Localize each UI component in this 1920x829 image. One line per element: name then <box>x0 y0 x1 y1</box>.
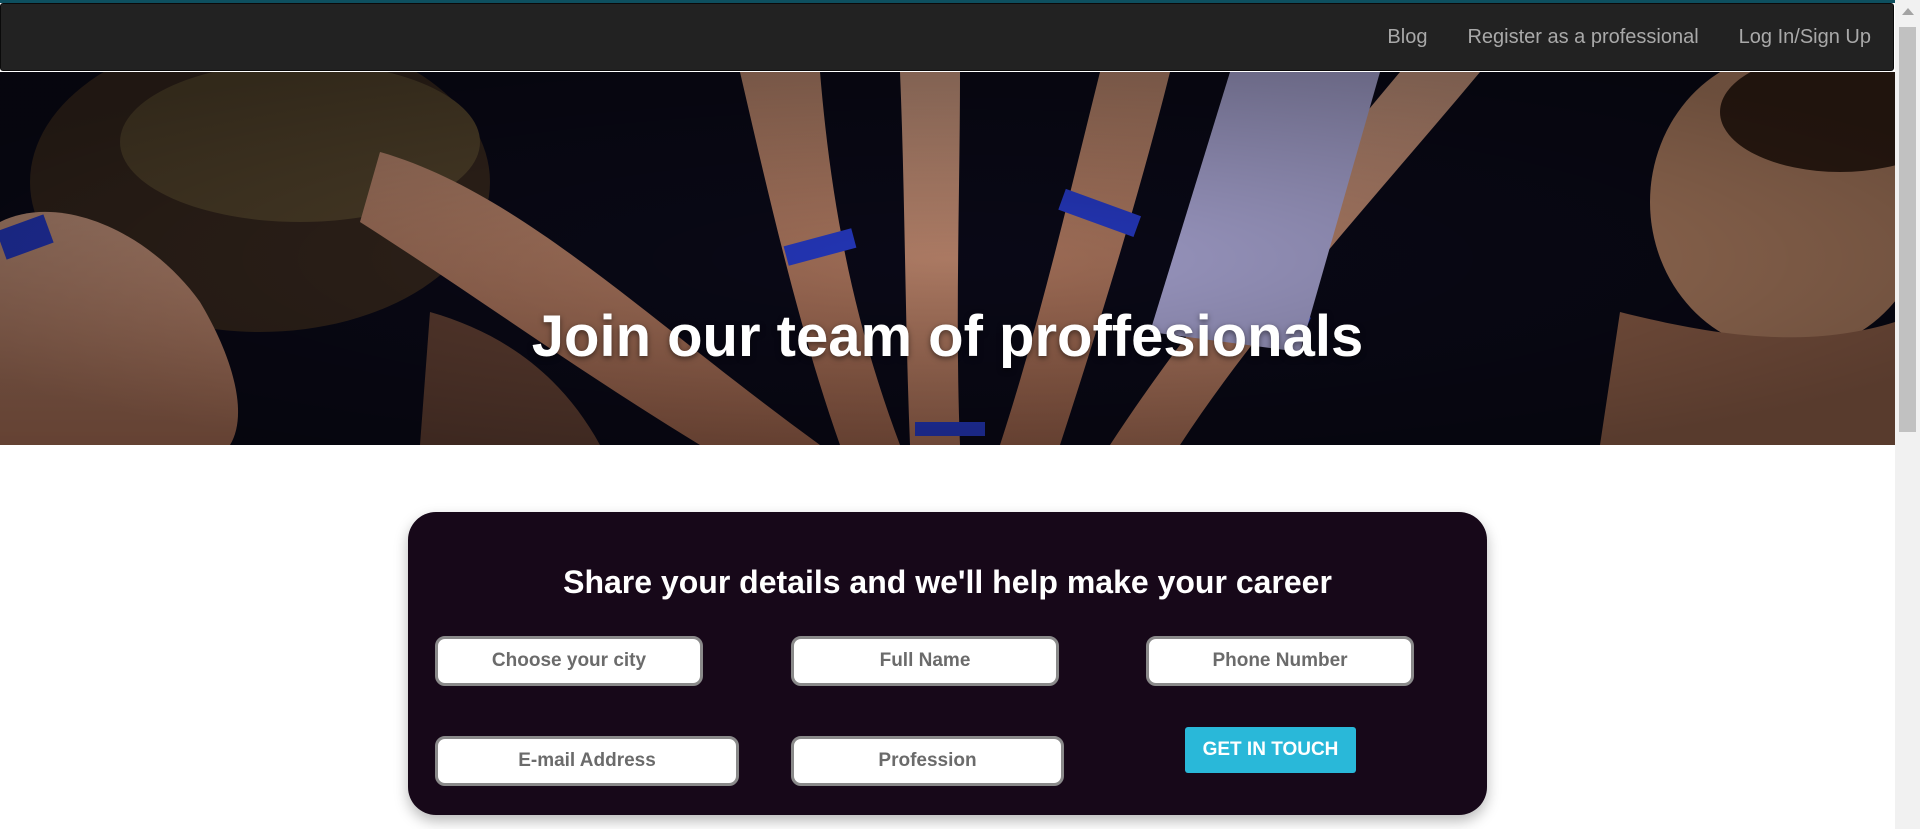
get-in-touch-button[interactable]: GET IN TOUCH <box>1185 727 1356 773</box>
career-form-card: Share your details and we'll help make y… <box>408 512 1487 815</box>
phone-number-field[interactable] <box>1146 636 1414 686</box>
nav-link-register-professional[interactable]: Register as a professional <box>1467 26 1698 49</box>
full-name-field[interactable] <box>791 636 1059 686</box>
scroll-up-arrow-icon[interactable] <box>1902 8 1914 15</box>
hero-image-team-hands <box>0 72 1895 445</box>
nav-link-login-signup[interactable]: Log In/Sign Up <box>1739 26 1871 49</box>
hero-title: Join our team of proffesionals <box>531 304 1364 369</box>
profession-field[interactable] <box>791 736 1064 786</box>
hero-banner: Join our team of proffesionals <box>0 72 1895 445</box>
city-select-field[interactable] <box>435 636 703 686</box>
email-field[interactable] <box>435 736 739 786</box>
navbar: Blog Register as a professional Log In/S… <box>0 3 1894 71</box>
scrollbar-thumb[interactable] <box>1899 27 1916 432</box>
vertical-scrollbar[interactable] <box>1895 0 1920 829</box>
nav-link-blog[interactable]: Blog <box>1387 26 1427 49</box>
form-title: Share your details and we'll help make y… <box>563 564 1332 600</box>
